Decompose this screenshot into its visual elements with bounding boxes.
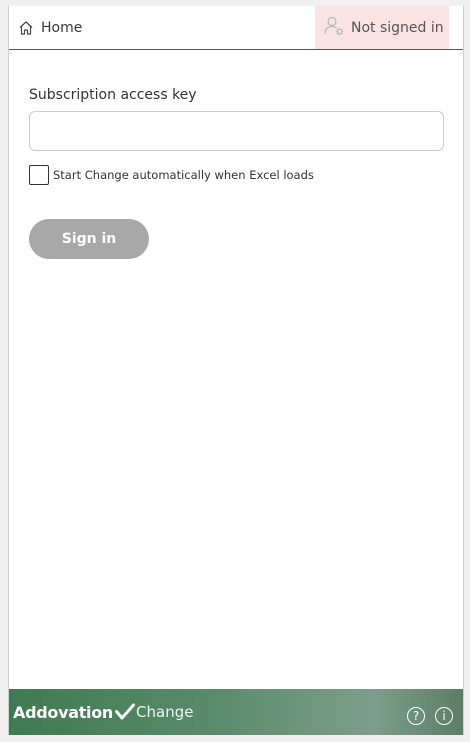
user-gear-icon (323, 15, 345, 41)
autostart-option[interactable]: Start Change automatically when Excel lo… (29, 164, 445, 186)
checkmark-icon (113, 703, 136, 721)
help-icon[interactable]: ? (407, 707, 425, 725)
home-label: Home (41, 19, 83, 36)
autostart-label: Start Change automatically when Excel lo… (53, 168, 314, 182)
footer-actions: ? i (407, 689, 453, 735)
autostart-checkbox[interactable] (29, 165, 49, 185)
home-link[interactable]: Home (18, 6, 82, 49)
user-status-button[interactable]: Not signed in (315, 6, 449, 49)
info-icon[interactable]: i (435, 707, 453, 725)
addin-panel: Home Not signed in Subscription access k… (8, 6, 464, 735)
sign-in-form: Subscription access key Start Change aut… (29, 86, 445, 259)
sign-in-button[interactable]: Sign in (29, 219, 149, 259)
brand-name: Addovation (13, 702, 114, 722)
product-name: Change (136, 703, 194, 721)
access-key-label: Subscription access key (29, 87, 197, 103)
footer-bar: Addovation Change ? i (9, 689, 463, 735)
access-key-input[interactable] (29, 111, 444, 151)
user-status-label: Not signed in (351, 19, 444, 36)
brand-logo: Addovation Change (13, 689, 193, 735)
home-icon (18, 20, 34, 36)
top-bar: Home Not signed in (9, 6, 463, 50)
